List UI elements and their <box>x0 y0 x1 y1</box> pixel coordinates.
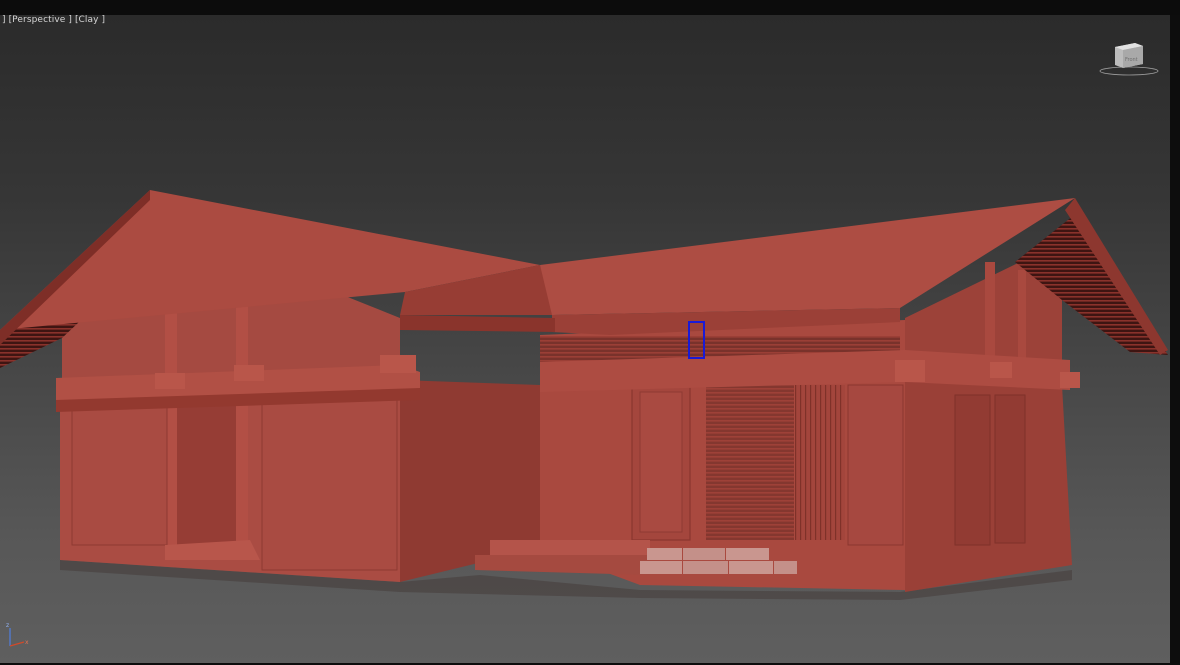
left-fascia-board <box>400 315 555 332</box>
beam-end <box>155 373 185 389</box>
center-window-shutter <box>706 380 794 540</box>
perspective-viewport[interactable]: ] [Perspective ] [Clay ] Front z x <box>0 15 1170 663</box>
left-porch <box>170 395 240 545</box>
right-wall-panel <box>954 394 991 546</box>
axis-z-label: z <box>6 622 9 629</box>
viewcube-icon[interactable]: Front <box>1098 37 1160 77</box>
axis-tripod-icon: z x <box>6 622 29 647</box>
title-bar <box>0 0 1180 15</box>
beam-end <box>1060 372 1080 388</box>
right-wall-panel <box>994 394 1026 544</box>
house-model[interactable] <box>0 15 1170 663</box>
beam-end <box>895 360 925 382</box>
left-wall-panel <box>71 404 168 546</box>
beam-end <box>990 362 1012 378</box>
viewport-right-border <box>1170 15 1180 665</box>
right-post <box>1018 270 1026 370</box>
center-door-inner <box>639 391 683 533</box>
axis-x-label: x <box>25 639 29 646</box>
center-wall-panel <box>847 384 904 546</box>
center-step-lower <box>475 555 650 575</box>
beam-end <box>380 355 416 373</box>
center-wall-panel <box>795 385 845 540</box>
beam-end <box>234 365 264 381</box>
viewcube-face-label[interactable]: Front <box>1125 57 1138 63</box>
left-wall-panel <box>261 399 398 571</box>
